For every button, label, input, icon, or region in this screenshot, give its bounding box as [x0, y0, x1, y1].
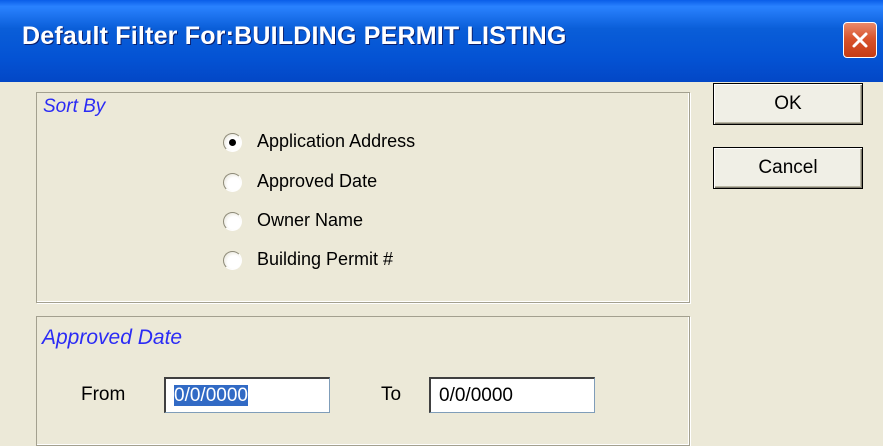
radio-label: Application Address — [257, 131, 416, 151]
to-date-input[interactable]: 0/0/0000 — [429, 377, 595, 413]
radio-label: Owner Name — [257, 210, 364, 230]
sort-by-legend: Sort By — [43, 96, 106, 117]
ok-button[interactable]: OK — [713, 83, 863, 125]
close-button[interactable] — [843, 22, 877, 58]
title-bar[interactable]: Default Filter For:BUILDING PERMIT LISTI… — [0, 0, 883, 82]
from-date-value: 0/0/0000 — [174, 385, 248, 406]
from-date-input[interactable]: 0/0/0000 — [164, 377, 330, 413]
to-label: To — [381, 384, 402, 405]
filter-dialog: Default Filter For:BUILDING PERMIT LISTI… — [0, 0, 883, 446]
radio-selected-dot — [229, 139, 236, 146]
radio-button[interactable] — [223, 173, 242, 192]
approved-date-group: Approved Date From 0/0/0000 To 0/0/0000 — [36, 316, 690, 446]
dialog-title: Default Filter For:BUILDING PERMIT LISTI… — [22, 22, 567, 50]
approved-date-legend: Approved Date — [42, 326, 183, 349]
sort-by-group: Sort By Application Address Approved Dat… — [36, 92, 690, 303]
radio-button[interactable] — [223, 251, 242, 270]
to-date-value: 0/0/0000 — [439, 385, 513, 406]
radio-label: Building Permit # — [257, 249, 394, 269]
radio-button[interactable] — [223, 133, 242, 152]
radio-label: Approved Date — [257, 171, 378, 191]
radio-button[interactable] — [223, 212, 242, 231]
close-icon — [852, 32, 868, 48]
from-label: From — [81, 384, 126, 405]
cancel-button[interactable]: Cancel — [713, 147, 863, 189]
